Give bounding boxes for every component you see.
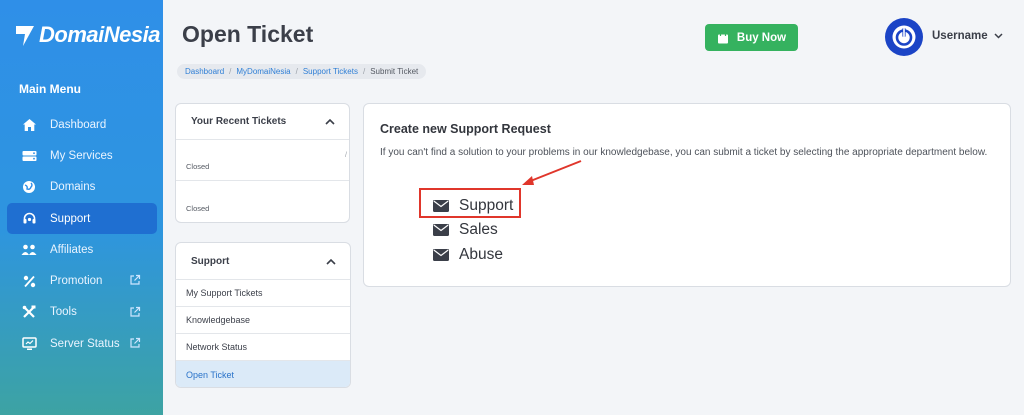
annotation-arrow xyxy=(522,160,582,185)
sidebar-item-dashboard[interactable]: Dashboard xyxy=(7,109,157,140)
ticket-status: Closed xyxy=(186,204,210,213)
ticket-indicator: / xyxy=(345,152,347,159)
user-menu[interactable]: Username xyxy=(932,30,1003,42)
link-my-support-tickets[interactable]: My Support Tickets xyxy=(176,280,350,307)
sidebar-item-label: My Services xyxy=(50,149,113,162)
link-open-ticket[interactable]: Open Ticket xyxy=(176,361,350,387)
avatar[interactable] xyxy=(885,18,923,56)
external-link-icon xyxy=(130,306,141,317)
department-abuse-link[interactable]: Abuse xyxy=(433,244,503,266)
chevron-up-icon[interactable] xyxy=(325,118,335,125)
sidebar-item-server-status[interactable]: Server Status xyxy=(7,328,157,359)
recent-tickets-panel: Your Recent Tickets / Closed Closed xyxy=(175,103,350,223)
breadcrumb-separator: / xyxy=(362,67,366,76)
sidebar-item-support[interactable]: Support xyxy=(7,202,157,235)
sidebar-item-label: Affiliates xyxy=(50,243,94,256)
ticket-row[interactable]: Closed xyxy=(176,181,349,222)
annotation-highlight-box xyxy=(419,188,521,218)
sidebar: DomaiNesia Main Menu Dashboard My Servic… xyxy=(0,0,163,415)
home-icon xyxy=(21,117,37,133)
breadcrumb-dashboard[interactable]: Dashboard xyxy=(185,67,224,76)
shopping-bag-icon xyxy=(717,31,728,44)
power-icon xyxy=(892,25,916,49)
support-panel-header[interactable]: Support xyxy=(176,243,350,280)
breadcrumb-separator: / xyxy=(295,67,298,76)
buy-now-label: Buy Now xyxy=(736,31,787,44)
brand-logo[interactable]: DomaiNesia xyxy=(14,22,160,48)
recent-tickets-header[interactable]: Your Recent Tickets xyxy=(176,104,349,140)
department-sales-link[interactable]: Sales xyxy=(433,219,498,241)
link-knowledgebase[interactable]: Knowledgebase xyxy=(176,307,350,334)
breadcrumb-support-tickets[interactable]: Support Tickets xyxy=(303,67,358,76)
support-request-description: If you can't find a solution to your pro… xyxy=(380,147,988,158)
envelope-icon xyxy=(433,249,449,261)
tools-icon xyxy=(21,304,37,320)
users-icon xyxy=(21,242,37,258)
breadcrumb-mydomainesia[interactable]: MyDomaiNesia xyxy=(236,67,290,76)
recent-tickets-title: Your Recent Tickets xyxy=(191,116,287,127)
support-panel-title: Support xyxy=(191,255,230,267)
server-icon xyxy=(21,148,37,164)
external-link-icon xyxy=(130,275,141,286)
sidebar-item-tools[interactable]: Tools xyxy=(7,297,157,328)
sidebar-item-label: Promotion xyxy=(50,275,103,288)
link-network-status[interactable]: Network Status xyxy=(176,334,350,361)
headset-icon xyxy=(21,211,37,227)
support-request-title: Create new Support Request xyxy=(380,122,551,136)
sidebar-item-label: Support xyxy=(50,212,91,225)
sidebar-item-promotion[interactable]: Promotion xyxy=(7,265,157,296)
sidebar-item-label: Tools xyxy=(50,306,77,319)
external-link-icon xyxy=(130,337,141,348)
main-menu: Dashboard My Services Domains Support Af… xyxy=(7,109,157,359)
breadcrumb-separator: / xyxy=(229,67,232,76)
logo-icon xyxy=(16,26,34,46)
breadcrumb-current: Submit Ticket xyxy=(370,67,419,76)
sidebar-item-label: Domains xyxy=(50,181,96,194)
buy-now-button[interactable]: Buy Now xyxy=(705,24,798,51)
ticket-status: Closed xyxy=(186,162,210,171)
brand-name: DomaiNesia xyxy=(39,22,160,47)
department-label: Sales xyxy=(459,221,498,238)
sidebar-item-label: Server Status xyxy=(50,337,120,350)
globe-icon xyxy=(21,179,37,195)
envelope-icon xyxy=(433,224,449,236)
department-label: Abuse xyxy=(459,246,503,263)
percent-icon xyxy=(21,273,37,289)
username-label: Username xyxy=(932,30,988,42)
breadcrumb: Dashboard / MyDomaiNesia / Support Ticke… xyxy=(177,64,427,79)
sidebar-item-affiliates[interactable]: Affiliates xyxy=(7,234,157,265)
page-title: Open Ticket xyxy=(182,21,314,47)
chevron-up-icon[interactable] xyxy=(326,258,336,265)
sidebar-item-my-services[interactable]: My Services xyxy=(7,140,157,171)
ticket-row[interactable]: / Closed xyxy=(176,140,349,181)
support-panel: Support My Support Tickets Knowledgebase… xyxy=(175,242,351,388)
main-menu-title: Main Menu xyxy=(19,82,81,96)
sidebar-item-label: Dashboard xyxy=(50,118,107,131)
chevron-down-icon xyxy=(994,33,1003,39)
monitor-icon xyxy=(21,336,37,352)
sidebar-item-domains[interactable]: Domains xyxy=(7,172,157,203)
